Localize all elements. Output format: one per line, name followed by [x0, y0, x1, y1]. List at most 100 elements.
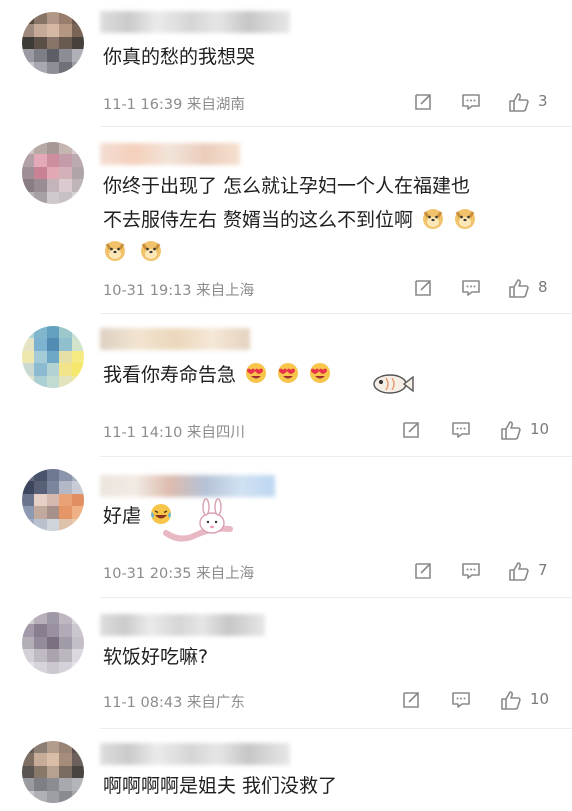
avatar[interactable] [22, 142, 84, 204]
comment-icon[interactable] [450, 689, 472, 711]
avatar-pixel [46, 753, 60, 766]
avatar-pixel [46, 24, 60, 37]
like-button[interactable]: 10 [500, 419, 552, 441]
avatar-pixel [59, 363, 72, 376]
avatar-pixel [71, 612, 84, 625]
repost-icon[interactable] [412, 91, 434, 113]
username-blurred[interactable] [100, 614, 265, 636]
avatar-pixel [46, 790, 60, 803]
avatar-pixel [46, 326, 60, 339]
avatar[interactable] [22, 741, 84, 803]
like-button[interactable]: 8 [508, 277, 556, 299]
avatar-pixel [22, 493, 35, 507]
avatar-pixel [59, 49, 72, 62]
avatar-pixel [59, 765, 72, 779]
comment-meta: 10-31 19:13 来自上海 [103, 283, 255, 299]
like-button[interactable]: 3 [508, 91, 556, 113]
avatar-pixel [46, 166, 60, 180]
avatar-pixel [22, 481, 35, 494]
avatar-pixel [34, 326, 47, 339]
like-icon [501, 691, 521, 710]
heart-eyes-emoji [310, 363, 331, 383]
comment-meta: 11-1 14:10 来自四川 [103, 425, 245, 441]
comment-text: 不去服侍左右 赘婿当的这么不到位啊 [103, 205, 477, 236]
like-button[interactable]: 10 [500, 689, 552, 711]
avatar[interactable] [22, 612, 84, 674]
avatar-pixel [71, 142, 84, 155]
avatar-pixel [22, 624, 35, 637]
like-count: 8 [538, 278, 548, 296]
comment-icon[interactable] [460, 277, 482, 299]
like-button[interactable]: 7 [508, 560, 556, 582]
avatar-pixel [34, 612, 47, 625]
avatar-pixel [71, 649, 84, 662]
avatar-pixel [59, 375, 72, 388]
avatar-pixel [71, 24, 84, 37]
avatar-pixel [34, 350, 47, 364]
repost-icon[interactable] [400, 689, 422, 711]
comment-icon[interactable] [460, 91, 482, 113]
comment-item: 你终于出现了 怎么就让孕妇一个人在福建也 不去服侍左右 赘婿当的这么不到位啊 1… [0, 127, 572, 313]
repost-icon[interactable] [400, 419, 422, 441]
comment-icon[interactable] [460, 560, 482, 582]
avatar-pixel [34, 481, 47, 494]
avatar-pixel [22, 12, 35, 25]
avatar-pixel [46, 624, 60, 637]
avatar-pixel [34, 166, 47, 180]
avatar-pixel [22, 326, 35, 339]
comment-item: 好虐 10-31 20:35 来自上海 7 [0, 457, 572, 597]
avatar-pixel [46, 469, 60, 482]
fish-sticker [373, 374, 414, 394]
comment-item: 软饭好吃嘛? 11-1 08:43 来自广东 10 [0, 598, 572, 728]
avatar-pixel [46, 481, 60, 494]
avatar-pixel [46, 154, 60, 167]
comment-emoji-line [103, 237, 163, 268]
avatar-pixel [34, 12, 47, 25]
comment-text: 你真的愁的我想哭 [103, 46, 256, 68]
avatar-pixel [22, 61, 35, 74]
avatar-pixel [46, 778, 60, 791]
avatar-pixel [59, 753, 72, 766]
avatar[interactable] [22, 469, 84, 531]
avatar-pixel [59, 61, 72, 74]
avatar[interactable] [22, 326, 84, 388]
doge-emoji [423, 209, 444, 229]
avatar-pixel [59, 469, 72, 482]
avatar-pixel [46, 363, 60, 376]
avatar-pixel [71, 191, 84, 204]
avatar-pixel [34, 363, 47, 376]
avatar-pixel [46, 36, 60, 50]
avatar-pixel [46, 191, 60, 204]
doge-emoji [105, 241, 125, 261]
comment-actions: 7 [412, 560, 552, 582]
avatar[interactable] [22, 12, 84, 74]
avatar-pixel [71, 61, 84, 74]
like-count: 3 [538, 92, 548, 110]
avatar-pixel [46, 741, 60, 754]
username-blurred[interactable] [100, 143, 240, 165]
avatar-pixel [22, 49, 35, 62]
username-blurred[interactable] [100, 11, 290, 33]
comment-text: 你终于出现了 怎么就让孕妇一个人在福建也 [103, 175, 471, 197]
like-count: 10 [530, 420, 550, 438]
comment-item: 我看你寿命告急 11-1 14:10 来自四川 10 [0, 314, 572, 456]
avatar-pixel [46, 506, 60, 519]
avatar-pixel [34, 338, 47, 351]
username-blurred[interactable] [100, 743, 290, 765]
avatar-pixel [59, 350, 72, 364]
avatar-pixel [71, 338, 84, 351]
username-blurred[interactable] [100, 328, 250, 350]
comment-icon[interactable] [450, 419, 472, 441]
username-blurred[interactable] [100, 475, 275, 497]
repost-icon[interactable] [412, 277, 434, 299]
repost-icon[interactable] [412, 560, 434, 582]
avatar-pixel [34, 142, 47, 155]
avatar-pixel [46, 612, 60, 625]
avatar-pixel [46, 350, 60, 364]
avatar-pixel [34, 36, 47, 50]
avatar-pixel [71, 469, 84, 482]
avatar-pixel [71, 778, 84, 791]
avatar-pixel [34, 741, 47, 754]
avatar-pixel [22, 142, 35, 155]
avatar-pixel [71, 753, 84, 766]
